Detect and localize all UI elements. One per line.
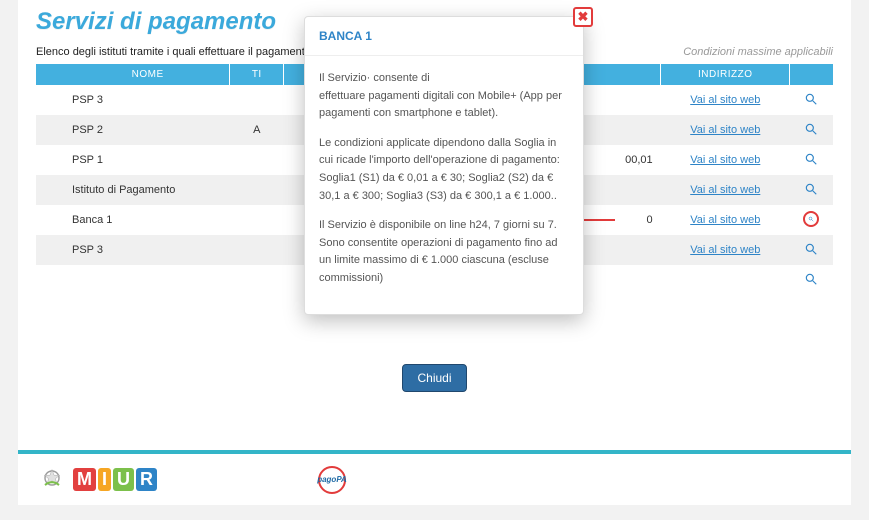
cell-nome: PSP 2 [36, 115, 230, 145]
cell-link: Vai al sito web [661, 115, 790, 145]
magnifier-icon[interactable] [803, 151, 819, 167]
cell-details [790, 235, 833, 265]
cell-nome: PSP 3 [36, 85, 230, 115]
cell-link: Vai al sito web [661, 85, 790, 115]
detail-modal: ✖ BANCA 1 Il Servizio· consente di effet… [304, 16, 584, 315]
cell-link: Vai al sito web [661, 235, 790, 265]
cell-tipo [230, 235, 284, 265]
cell-nome: Istituto di Pagamento [36, 175, 230, 205]
footer: M I U R pagoPA [18, 450, 851, 505]
cell-link: Vai al sito web [661, 205, 790, 235]
col-header-dettagli [790, 64, 833, 85]
magnifier-icon[interactable] [803, 211, 819, 227]
miur-logo: M I U R [72, 468, 158, 491]
cell-link [661, 265, 790, 295]
col-header-tipo: TI [230, 64, 284, 85]
cell-tipo [230, 145, 284, 175]
magnifier-icon[interactable] [803, 241, 819, 257]
cell-details [790, 175, 833, 205]
magnifier-icon[interactable] [803, 121, 819, 137]
site-link[interactable]: Vai al sito web [690, 244, 760, 256]
cell-details [790, 145, 833, 175]
magnifier-icon[interactable] [803, 181, 819, 197]
modal-para2: Le condizioni applicate dipendono dalla … [319, 135, 569, 205]
close-button[interactable]: Chiudi [402, 364, 466, 392]
cell-nome: Banca 1 [36, 205, 230, 235]
col-header-nome: NOME [36, 64, 230, 85]
cell-tipo [230, 265, 284, 295]
magnifier-icon[interactable] [803, 271, 819, 287]
cell-details [790, 115, 833, 145]
subtitle: Elenco degli istituti tramite i quali ef… [36, 46, 311, 58]
cell-link: Vai al sito web [661, 175, 790, 205]
modal-title: BANCA 1 [305, 17, 583, 56]
cell-tipo [230, 175, 284, 205]
site-link[interactable]: Vai al sito web [690, 214, 760, 226]
modal-para1a: Il Servizio· consente di [319, 72, 430, 84]
cell-tipo: A [230, 115, 284, 145]
site-link[interactable]: Vai al sito web [690, 184, 760, 196]
cell-details [790, 265, 833, 295]
modal-para1b: effettuare pagamenti digitali con Mobile… [319, 90, 562, 120]
cell-nome: PSP 3 [36, 235, 230, 265]
modal-para3: Il Servizio è disponibile on line h24, 7… [319, 217, 569, 287]
cell-nome [36, 265, 230, 295]
cell-details [790, 85, 833, 115]
site-link[interactable]: Vai al sito web [690, 94, 760, 106]
magnifier-icon[interactable] [803, 91, 819, 107]
site-link[interactable]: Vai al sito web [690, 154, 760, 166]
cell-nome: PSP 1 [36, 145, 230, 175]
cell-tipo [230, 85, 284, 115]
col-header-indirizzo: INDIRIZZO [661, 64, 790, 85]
cell-details [790, 205, 833, 235]
modal-body: Il Servizio· consente di effettuare paga… [305, 56, 583, 314]
republic-emblem-icon [38, 464, 66, 495]
modal-close-button[interactable]: ✖ [573, 7, 593, 27]
cell-link: Vai al sito web [661, 145, 790, 175]
site-link[interactable]: Vai al sito web [690, 124, 760, 136]
cell-tipo [230, 205, 284, 235]
pagopa-logo: pagoPA [318, 466, 346, 494]
conditions-note: Condizioni massime applicabili [683, 46, 833, 58]
